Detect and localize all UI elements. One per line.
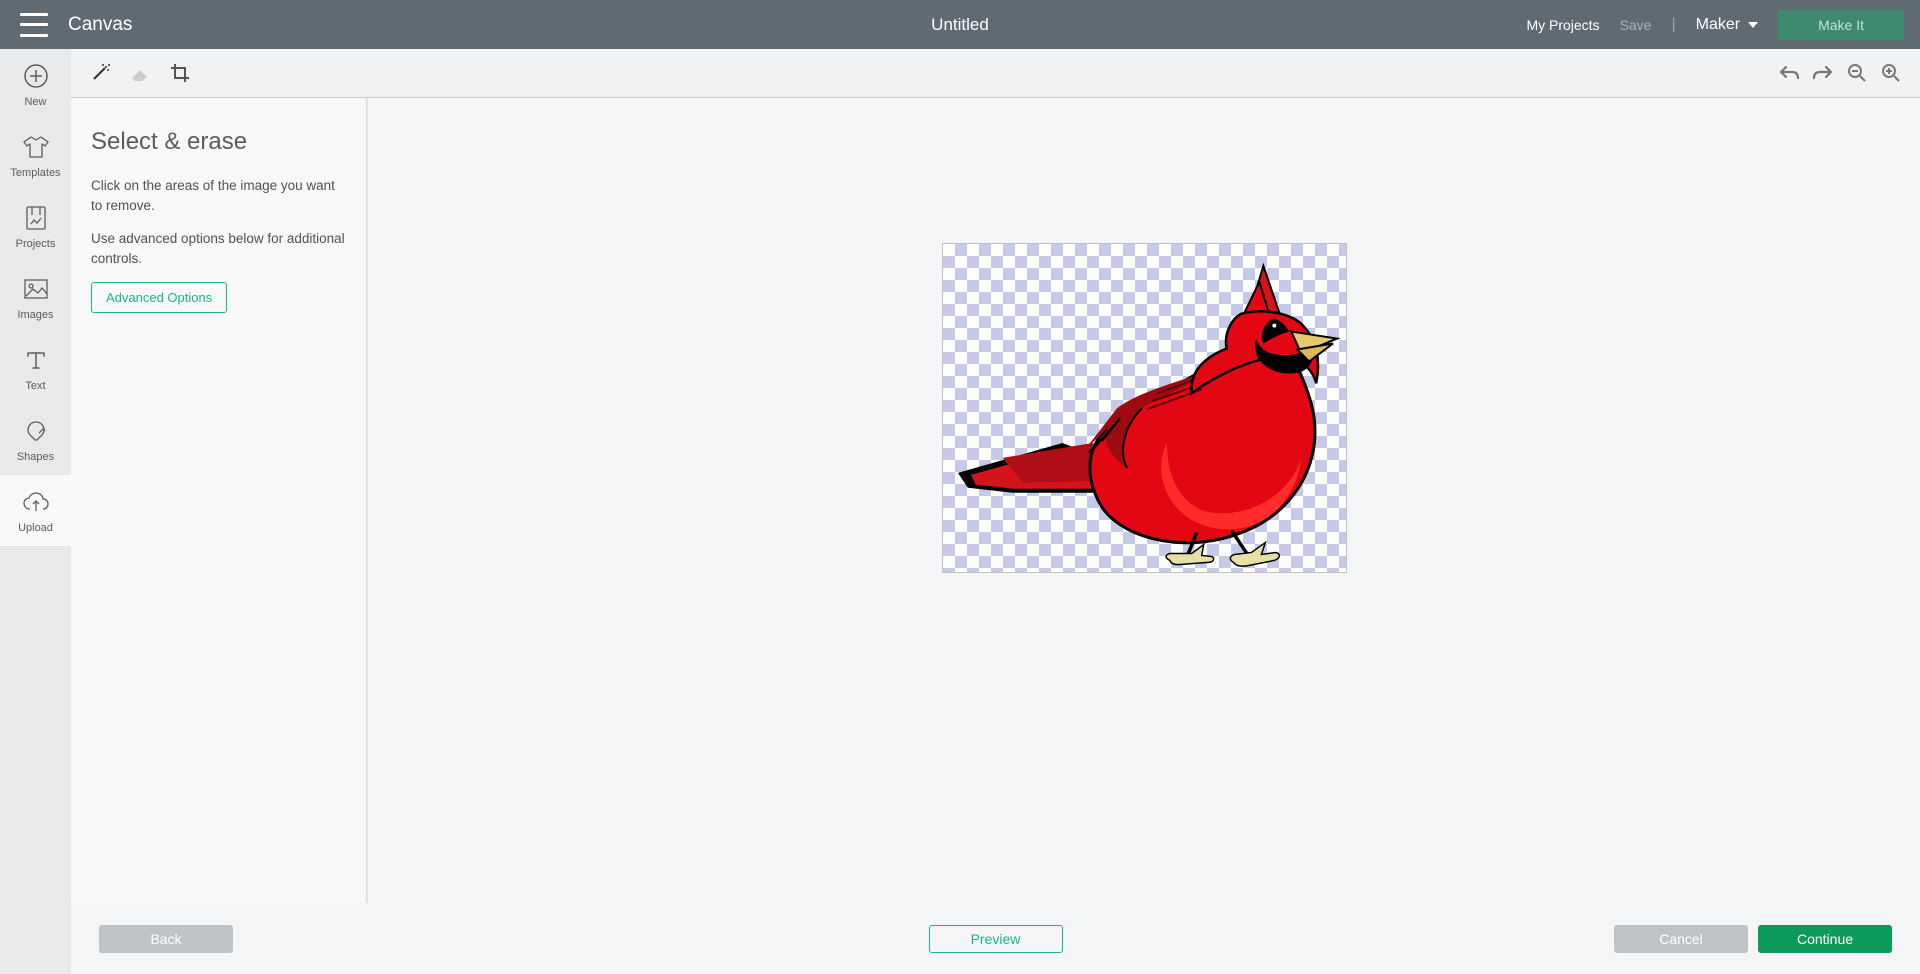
panel-instruction-1: Click on the areas of the image you want… [91, 176, 346, 215]
menu-icon[interactable] [20, 13, 48, 37]
sidebar-item-label: Upload [18, 522, 53, 534]
back-button[interactable]: Back [99, 925, 233, 953]
plus-circle-icon [22, 62, 50, 90]
redo-icon[interactable] [1812, 62, 1834, 84]
shirt-icon [22, 133, 50, 161]
sidebar-item-projects[interactable]: Projects [0, 191, 71, 262]
crop-icon[interactable] [169, 62, 191, 84]
text-icon [22, 346, 50, 374]
chevron-down-icon [1748, 22, 1758, 28]
undo-icon[interactable] [1778, 62, 1800, 84]
sidebar-item-label: Images [17, 309, 53, 321]
sidebar-item-text[interactable]: Text [0, 333, 71, 404]
magic-wand-icon[interactable] [89, 62, 111, 84]
machine-selector-label: Maker [1696, 16, 1740, 34]
continue-button[interactable]: Continue [1758, 925, 1892, 953]
sidebar-item-upload[interactable]: Upload [0, 475, 71, 546]
sidebar-item-label: Projects [16, 238, 56, 250]
sidebar-item-label: Text [25, 380, 45, 392]
cancel-button[interactable]: Cancel [1614, 925, 1748, 953]
eraser-icon [129, 62, 151, 84]
zoom-out-icon[interactable] [1846, 62, 1868, 84]
preview-button[interactable]: Preview [929, 925, 1063, 953]
sidebar-item-label: New [24, 96, 46, 108]
top-bar: Canvas Untitled My Projects Save | Maker… [0, 0, 1920, 49]
advanced-options-button[interactable]: Advanced Options [91, 282, 227, 313]
footer-bar: Back Preview Cancel Continue [71, 903, 1920, 974]
sidebar-item-images[interactable]: Images [0, 262, 71, 333]
image-icon [22, 275, 50, 303]
sidebar-item-label: Shapes [17, 451, 54, 463]
make-it-button: Make It [1778, 10, 1904, 40]
panel-heading: Select & erase [91, 128, 346, 156]
my-projects-link[interactable]: My Projects [1526, 17, 1599, 33]
image-frame[interactable] [942, 243, 1347, 573]
save-button: Save [1620, 17, 1652, 33]
sidebar-item-new[interactable]: New [0, 49, 71, 120]
shapes-icon [22, 417, 50, 445]
panel-instruction-2: Use advanced options below for additiona… [91, 229, 346, 268]
tool-row [71, 49, 1920, 98]
topbar-divider: | [1671, 16, 1675, 34]
cardinal-bird-image [943, 244, 1346, 572]
machine-selector[interactable]: Maker [1696, 16, 1758, 34]
side-panel: Select & erase Click on the areas of the… [71, 98, 367, 903]
sidebar-item-templates[interactable]: Templates [0, 120, 71, 191]
left-sidebar: New Templates Projects Images Text Shape… [0, 49, 71, 974]
upload-cloud-icon [22, 488, 50, 516]
app-title: Canvas [68, 14, 132, 36]
sidebar-item-shapes[interactable]: Shapes [0, 404, 71, 475]
sidebar-item-label: Templates [10, 167, 60, 179]
canvas-area[interactable] [368, 98, 1920, 903]
zoom-in-icon[interactable] [1880, 62, 1902, 84]
projects-icon [22, 204, 50, 232]
